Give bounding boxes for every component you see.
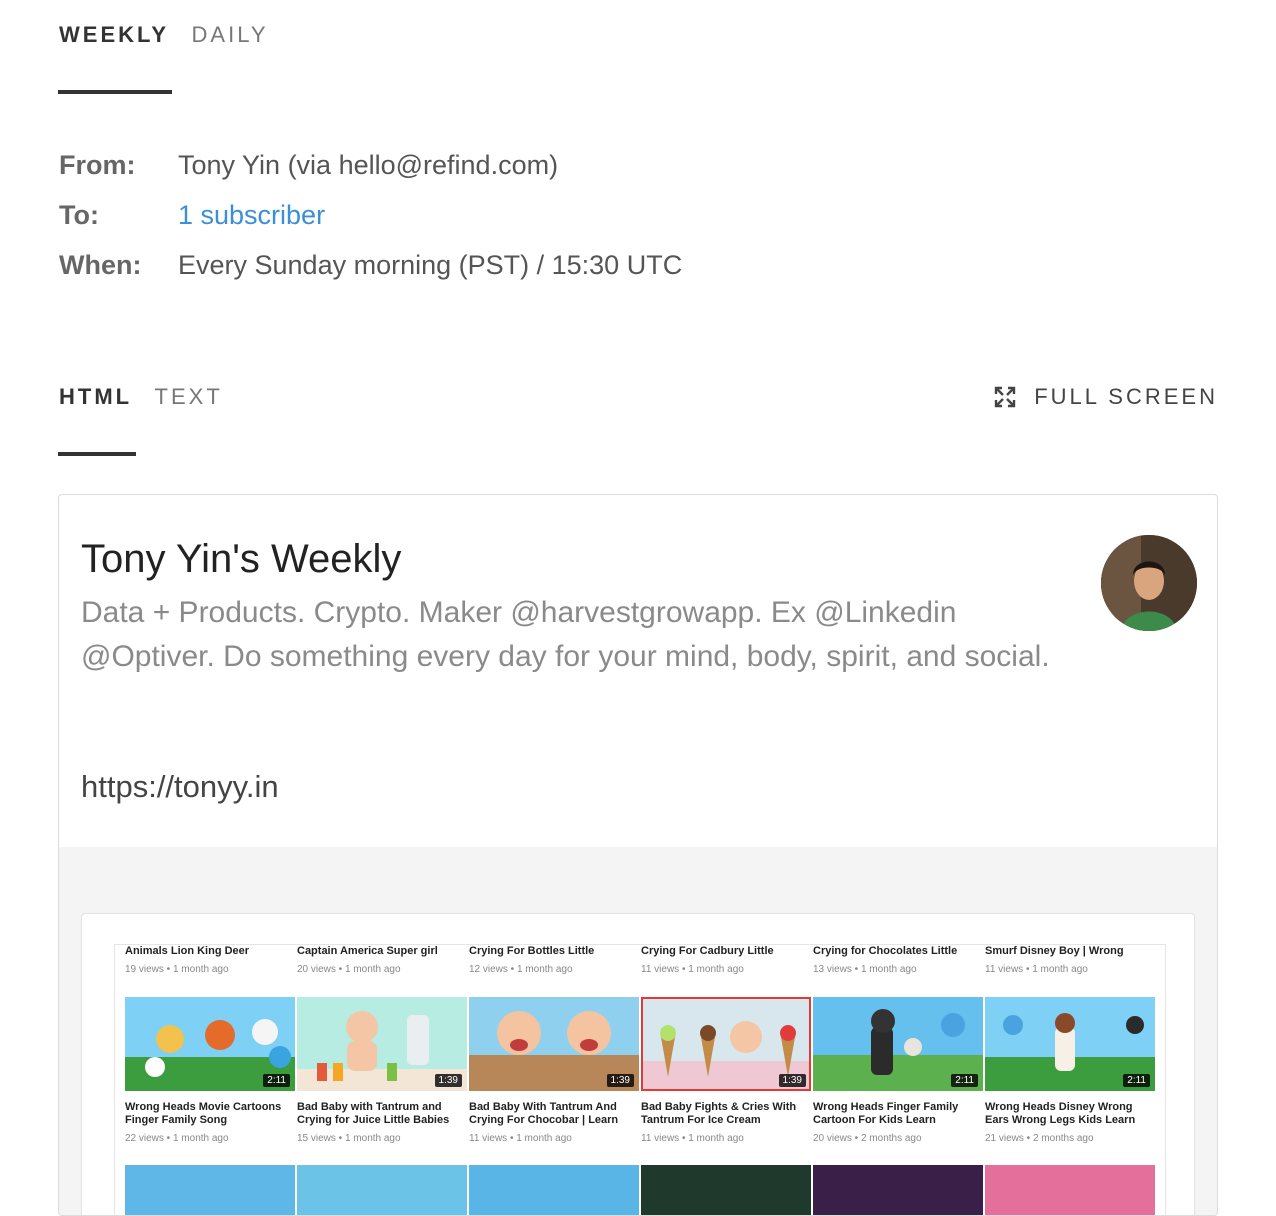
video-thumbnail[interactable]	[469, 1165, 639, 1215]
view-tabs: HTML TEXT	[59, 384, 241, 410]
video-thumbnail[interactable]	[297, 1165, 467, 1215]
video-title[interactable]: Bad Baby with Tantrum and Crying for Jui…	[297, 1101, 467, 1127]
video-item: Smurf Disney Boy | Wrong 11 views • 1 mo…	[985, 945, 1124, 975]
when-label: When:	[59, 250, 142, 280]
video-meta: 20 views • 2 months ago	[813, 1133, 922, 1144]
active-view-underline	[58, 452, 136, 456]
video-thumbnail[interactable]: 1:39	[469, 997, 639, 1091]
video-item: Animals Lion King Deer 19 views • 1 mont…	[125, 945, 250, 975]
tab-html[interactable]: HTML	[59, 384, 132, 410]
email-meta: From: Tony Yin (via hello@refind.com) To…	[59, 140, 682, 290]
link-card: Animals Lion King Deer 19 views • 1 mont…	[81, 913, 1195, 1215]
video-meta: 22 views • 1 month ago	[125, 1133, 229, 1144]
subscriber-link[interactable]: 1 subscriber	[178, 190, 325, 240]
video-thumbnail[interactable]	[985, 1165, 1155, 1215]
video-item: Wrong Heads Movie Cartoons Finger Family…	[125, 1101, 295, 1145]
video-thumbnail[interactable]: 1:39	[297, 997, 467, 1091]
video-meta: 11 views • 1 month ago	[641, 1133, 744, 1144]
video-item: Wrong Heads Disney Wrong Ears Wrong Legs…	[985, 1101, 1155, 1145]
tab-text[interactable]: TEXT	[155, 384, 223, 410]
from-label: From:	[59, 150, 136, 180]
video-item: Crying for Chocolates Little 13 views • …	[813, 945, 958, 975]
video-item: Crying For Cadbury Little 11 views • 1 m…	[641, 945, 774, 975]
newsletter-description: Data + Products. Crypto. Maker @harvestg…	[81, 596, 1050, 673]
video-meta: 11 views • 1 month ago	[469, 1133, 572, 1144]
video-title[interactable]: Wrong Heads Finger Family Cartoon For Ki…	[813, 1101, 983, 1127]
youtube-screenshot: Animals Lion King Deer 19 views • 1 mont…	[114, 944, 1166, 1215]
video-item: Captain America Super girl 20 views • 1 …	[297, 945, 438, 975]
tab-daily[interactable]: DAILY	[192, 22, 269, 48]
video-item: Bad Baby Fights & Cries With Tantrum For…	[641, 1101, 811, 1145]
from-value: Tony Yin (via hello@refind.com)	[178, 150, 559, 180]
video-thumbnail[interactable]	[125, 1165, 295, 1215]
to-label: To:	[59, 200, 99, 230]
full-screen-label: FULL SCREEN	[1034, 384, 1218, 409]
expand-icon	[995, 386, 1016, 408]
video-thumbnail[interactable]	[813, 1165, 983, 1215]
newsletter-title: Tony Yin's Weekly	[81, 537, 402, 581]
full-screen-button[interactable]: FULL SCREEN	[994, 384, 1218, 410]
tab-weekly[interactable]: WEEKLY	[59, 22, 169, 48]
video-item: Bad Baby with Tantrum and Crying for Jui…	[297, 1101, 467, 1145]
video-thumbnail[interactable]: 2:11	[813, 997, 983, 1091]
when-value: Every Sunday morning (PST) / 15:30 UTC	[178, 250, 683, 280]
video-item: Crying For Bottles Little 12 views • 1 m…	[469, 945, 595, 975]
video-thumbnail[interactable]	[641, 1165, 811, 1215]
frequency-tabs: WEEKLY DAILY	[59, 22, 287, 94]
video-meta: 15 views • 1 month ago	[297, 1133, 401, 1144]
video-item: Bad Baby With Tantrum And Crying For Cho…	[469, 1101, 639, 1145]
video-thumbnail[interactable]: 2:11	[985, 997, 1155, 1091]
video-thumbnail[interactable]: 1:39	[641, 997, 811, 1091]
video-title[interactable]: Wrong Heads Movie Cartoons Finger Family…	[125, 1101, 295, 1127]
avatar	[1101, 535, 1197, 631]
video-title[interactable]: Bad Baby Fights & Cries With Tantrum For…	[641, 1101, 811, 1127]
video-title[interactable]: Wrong Heads Disney Wrong Ears Wrong Legs…	[985, 1101, 1155, 1127]
video-title[interactable]: Bad Baby With Tantrum And Crying For Cho…	[469, 1101, 639, 1127]
newsletter-url[interactable]: https://tonyy.in	[81, 769, 279, 805]
video-thumbnail[interactable]: 2:11	[125, 997, 295, 1091]
newsletter-preview: Tony Yin's Weekly Data + Products. Crypt…	[58, 494, 1218, 1216]
video-item: Wrong Heads Finger Family Cartoon For Ki…	[813, 1101, 983, 1145]
video-meta: 21 views • 2 months ago	[985, 1133, 1094, 1144]
active-tab-underline	[58, 90, 172, 94]
